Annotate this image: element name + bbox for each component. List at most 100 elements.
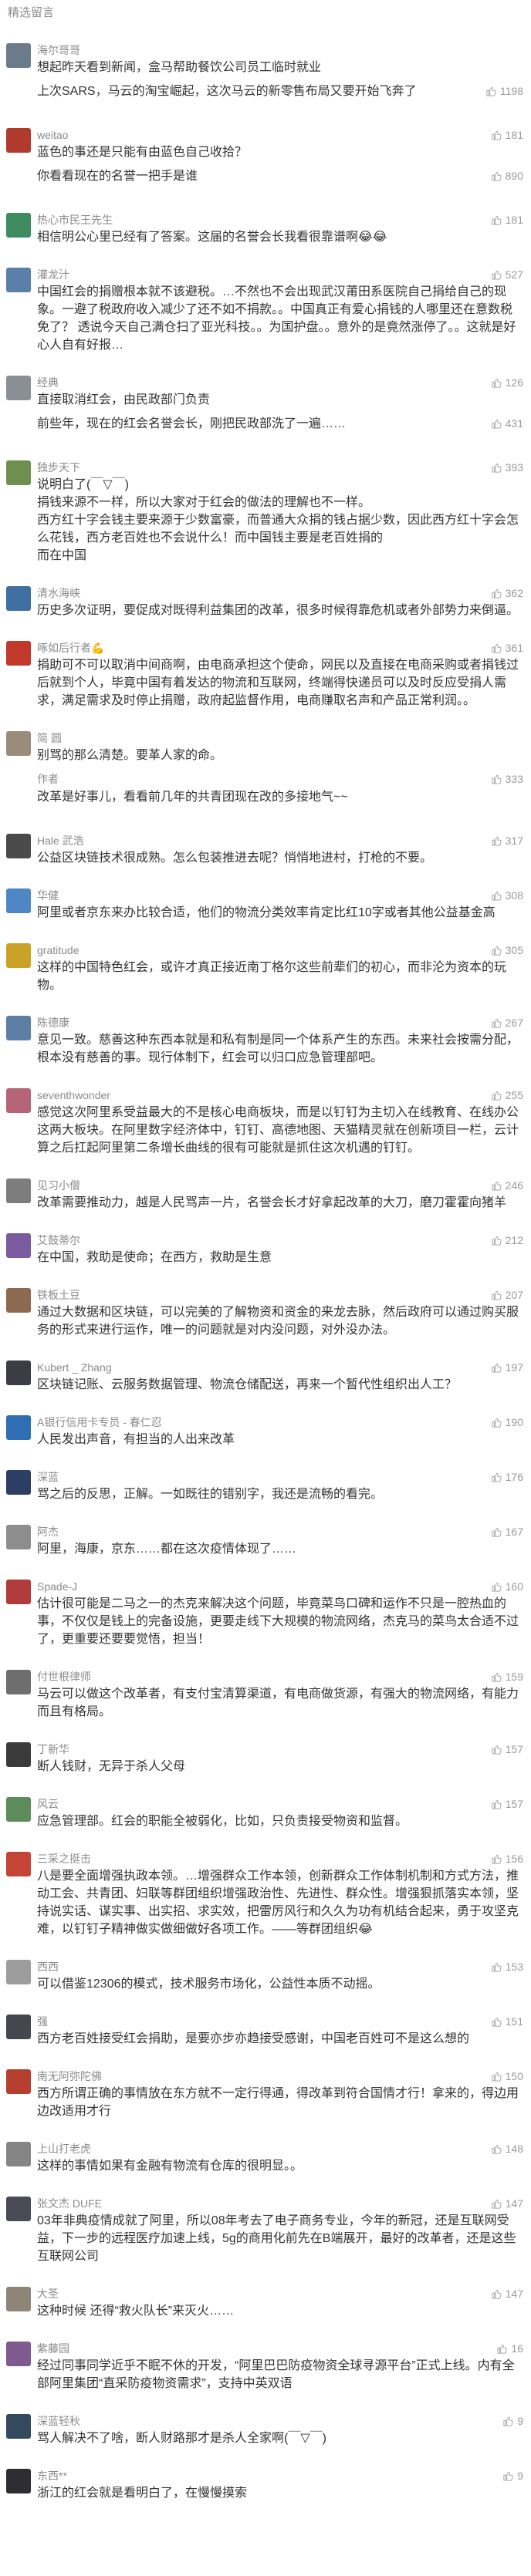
commenter-name: 深蓝 bbox=[37, 1471, 59, 1483]
like-button[interactable]: 160 bbox=[491, 1578, 523, 1595]
avatar[interactable] bbox=[6, 2469, 31, 2493]
avatar[interactable] bbox=[6, 128, 31, 153]
author-reply: 你看看现在的名誉一把手是谁 890 bbox=[37, 167, 523, 191]
commenter-name: 紫藤园 bbox=[37, 2342, 69, 2355]
thumbs-up-icon bbox=[491, 1671, 502, 1683]
commenter-name: Hale 武浩 bbox=[37, 835, 84, 847]
like-button[interactable]: 16 bbox=[496, 2340, 523, 2357]
avatar[interactable] bbox=[6, 731, 31, 756]
like-button[interactable]: 255 bbox=[491, 1087, 523, 1104]
avatar[interactable] bbox=[6, 376, 31, 400]
like-button[interactable]: 393 bbox=[491, 459, 523, 476]
like-button[interactable]: 317 bbox=[491, 832, 523, 849]
avatar[interactable] bbox=[6, 1016, 31, 1040]
like-button[interactable]: 181 bbox=[491, 211, 523, 228]
like-button[interactable]: 148 bbox=[491, 2140, 523, 2157]
comment: 强 151 西方老百姓接受红会捐助，是要亦步亦趋接受感谢，中国老百姓可不是这么想… bbox=[0, 2005, 531, 2060]
like-button[interactable]: 246 bbox=[491, 1177, 523, 1194]
like-button[interactable]: 190 bbox=[491, 1414, 523, 1431]
avatar[interactable] bbox=[6, 213, 31, 238]
like-button[interactable]: 151 bbox=[491, 2013, 523, 2030]
like-count: 9 bbox=[517, 2470, 523, 2482]
comment: 陈德康 267 意见一致。慈善这种东西本就是和私有制是同一个体系产生的东西。未来… bbox=[0, 1006, 531, 1079]
avatar[interactable] bbox=[6, 1525, 31, 1549]
like-button[interactable]: 147 bbox=[491, 2195, 523, 2212]
reply-like-button[interactable]: 1198 bbox=[485, 83, 523, 100]
avatar[interactable] bbox=[6, 1288, 31, 1313]
comment: 啄如后行者💪 361 捐助可不可以取消中间商啊，由电商承担这个使命，网民以及直接… bbox=[0, 632, 531, 722]
avatar[interactable] bbox=[6, 2287, 31, 2311]
avatar[interactable] bbox=[6, 2069, 31, 2094]
like-button[interactable]: 181 bbox=[491, 126, 523, 143]
avatar[interactable] bbox=[6, 2414, 31, 2439]
avatar[interactable] bbox=[6, 1415, 31, 1440]
avatar[interactable] bbox=[6, 641, 31, 666]
reply-like-button[interactable]: 431 bbox=[491, 415, 523, 433]
comment: 独步天下 393 说明白了(￣▽￣) 捐钱来源不一样，所以大家对于红会的做法的理… bbox=[0, 451, 531, 577]
commenter-name: 上山打老虎 bbox=[37, 2143, 91, 2155]
thumbs-up-icon bbox=[491, 1417, 502, 1428]
avatar[interactable] bbox=[6, 1470, 31, 1495]
like-count: 308 bbox=[505, 889, 523, 902]
avatar[interactable] bbox=[6, 1742, 31, 1767]
like-count: 255 bbox=[505, 1089, 523, 1101]
thumbs-up-icon bbox=[491, 2016, 502, 2028]
like-button[interactable]: 212 bbox=[491, 1232, 523, 1249]
avatar[interactable] bbox=[6, 2197, 31, 2221]
avatar[interactable] bbox=[6, 2342, 31, 2366]
like-button[interactable]: 157 bbox=[491, 1795, 523, 1812]
avatar[interactable] bbox=[6, 943, 31, 968]
avatar[interactable] bbox=[6, 1233, 31, 1258]
like-button[interactable]: 9 bbox=[502, 2467, 523, 2484]
like-button[interactable]: 150 bbox=[491, 2068, 523, 2085]
like-count: 16 bbox=[511, 2342, 523, 2355]
like-button[interactable]: 527 bbox=[491, 266, 523, 283]
avatar[interactable] bbox=[6, 2142, 31, 2166]
like-count: 176 bbox=[505, 1471, 523, 1483]
avatar[interactable] bbox=[6, 1670, 31, 1694]
comment: 铁板土豆 207 通过大数据和区块链，可以完美的了解物资和资金的来龙去脉，然后政… bbox=[0, 1279, 531, 1351]
like-button[interactable]: 9 bbox=[502, 2412, 523, 2429]
avatar[interactable] bbox=[6, 460, 31, 485]
like-button[interactable]: 147 bbox=[491, 2285, 523, 2302]
author-reply: 前些年，现在的红会名誉会长，刚把民政部洗了一遍…… 431 bbox=[37, 415, 523, 439]
avatar[interactable] bbox=[6, 1852, 31, 1876]
avatar[interactable] bbox=[6, 2015, 31, 2039]
avatar[interactable] bbox=[6, 268, 31, 292]
reply-like-count: 1198 bbox=[499, 85, 523, 97]
like-button[interactable]: 305 bbox=[491, 942, 523, 959]
reply-like-button[interactable]: 333 bbox=[491, 770, 523, 788]
like-button[interactable]: 176 bbox=[491, 1468, 523, 1485]
thumbs-up-icon bbox=[491, 1017, 502, 1029]
like-button[interactable]: 159 bbox=[491, 1668, 523, 1685]
like-button[interactable]: 156 bbox=[491, 1850, 523, 1867]
avatar[interactable] bbox=[6, 1960, 31, 1984]
comment: Kubert _ Zhang 197 区块链记账、云服务数据管理、物流仓储配送，… bbox=[0, 1351, 531, 1406]
avatar[interactable] bbox=[6, 888, 31, 913]
like-button[interactable]: 197 bbox=[491, 1359, 523, 1376]
like-button[interactable]: 157 bbox=[491, 1741, 523, 1758]
avatar[interactable] bbox=[6, 1088, 31, 1113]
like-button[interactable]: 153 bbox=[491, 1958, 523, 1975]
avatar[interactable] bbox=[6, 1178, 31, 1203]
like-button[interactable]: 126 bbox=[491, 374, 523, 391]
avatar[interactable] bbox=[6, 586, 31, 611]
like-button[interactable]: 308 bbox=[491, 887, 523, 904]
thumbs-up-icon bbox=[491, 835, 502, 847]
commenter-name: 南无阿弥陀佛 bbox=[37, 2070, 102, 2082]
avatar[interactable] bbox=[6, 43, 31, 68]
comment-text: 断人钱财，无异于杀人父母 bbox=[37, 1760, 186, 1773]
avatar[interactable] bbox=[6, 1797, 31, 1822]
like-button[interactable]: 207 bbox=[491, 1286, 523, 1303]
like-button[interactable]: 362 bbox=[491, 585, 523, 602]
thumbs-up-icon bbox=[491, 2071, 502, 2082]
like-button[interactable]: 361 bbox=[491, 639, 523, 656]
reply-like-count: 890 bbox=[505, 170, 523, 182]
commenter-name: A银行信用卡专员 - 春仁忍 bbox=[37, 1416, 162, 1428]
like-button[interactable]: 167 bbox=[491, 1523, 523, 1540]
like-button[interactable]: 267 bbox=[491, 1014, 523, 1031]
avatar[interactable] bbox=[6, 834, 31, 858]
avatar[interactable] bbox=[6, 1360, 31, 1385]
avatar[interactable] bbox=[6, 1580, 31, 1604]
reply-like-button[interactable]: 890 bbox=[491, 167, 523, 185]
